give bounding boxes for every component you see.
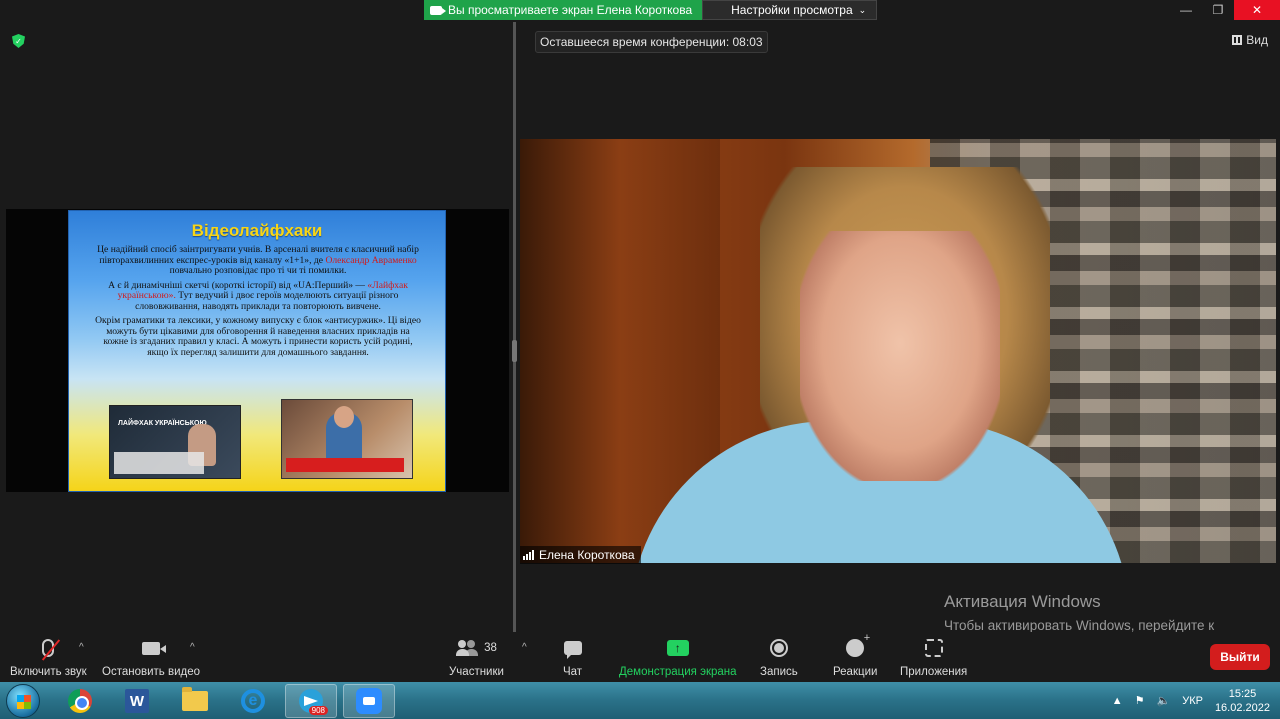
unmute-button[interactable]: Включить звук — [10, 636, 87, 678]
video-thumbnail-avramenko — [281, 399, 413, 479]
participant-name-tag: Елена Короткова — [520, 546, 641, 564]
stop-video-button[interactable]: Остановить видео — [102, 636, 200, 678]
grid-view-icon — [1232, 35, 1243, 45]
audio-options-caret[interactable]: ^ — [79, 642, 84, 653]
apps-label: Приложения — [900, 666, 968, 678]
participants-count: 38 — [484, 642, 497, 654]
folder-icon — [182, 687, 208, 711]
taskbar-internet-explorer[interactable]: e — [227, 684, 279, 718]
slide-body: Це надійний спосіб заінтригувати учнів. … — [93, 244, 423, 362]
participants-options-caret[interactable]: ^ — [522, 642, 527, 653]
chrome-icon — [68, 689, 92, 713]
share-screen-button[interactable]: ↑ Демонстрация экрана — [619, 636, 737, 678]
participant-face — [800, 231, 1000, 481]
chevron-down-icon: ⌄ — [858, 4, 867, 15]
shared-screen: Відеолайфхаки Це надійний спосіб заінтри… — [6, 209, 509, 492]
view-options-button[interactable]: Настройки просмотра ⌄ — [702, 0, 878, 20]
windows-start-icon[interactable] — [6, 684, 40, 718]
chat-bubble-icon — [563, 641, 582, 659]
thumbnail-caption-bar — [114, 452, 204, 474]
leave-meeting-button[interactable]: Выйти — [1210, 644, 1270, 670]
slide-paragraph-2: А є й динамічніші скетчі (короткі історі… — [108, 279, 408, 312]
restore-button[interactable]: ❐ — [1202, 0, 1234, 20]
taskbar-zoom[interactable] — [343, 684, 395, 718]
share-banner: Вы просматриваете экран Елена Короткова … — [424, 0, 878, 20]
thumbnail-caption-bar — [286, 458, 404, 472]
share-screen-icon: ↑ — [666, 640, 689, 656]
volume-icon[interactable]: 🔈 — [1157, 694, 1171, 707]
close-window-button[interactable]: ✕ — [1234, 0, 1280, 20]
window-controls: — ❐ ✕ — [1170, 0, 1280, 20]
chat-button[interactable]: Чат — [563, 636, 582, 678]
participant-video[interactable] — [520, 139, 1276, 563]
video-camera-icon — [430, 5, 446, 15]
video-options-caret[interactable]: ^ — [190, 642, 195, 653]
taskbar-word[interactable]: W — [111, 684, 163, 718]
chat-label: Чат — [563, 666, 583, 678]
video-camera-icon — [142, 641, 166, 655]
share-status-label: Вы просматриваете экран Елена Короткова — [448, 3, 693, 17]
telegram-unread-badge: 908 — [308, 706, 328, 715]
taskbar-chrome[interactable] — [54, 684, 106, 718]
slide-paragraph-3: Окрім граматики та лексики, у кожному ви… — [95, 315, 421, 358]
share-screen-label: Демонстрация экрана — [619, 666, 737, 678]
split-resize-handle[interactable] — [512, 340, 517, 362]
view-button-label: Вид — [1246, 33, 1268, 47]
participants-button[interactable]: 38 Участники — [449, 636, 504, 678]
slide-title: Відеолайфхаки — [191, 221, 323, 240]
system-tray: ▲ ⚑ 🔈 УКР 15:25 16.02.2022 — [1112, 682, 1270, 719]
taskbar-telegram[interactable]: 908 — [285, 684, 337, 718]
view-button[interactable]: Вид — [1232, 33, 1268, 47]
presentation-slide: Відеолайфхаки Це надійний спосіб заінтри… — [68, 210, 446, 492]
participants-label: Участники — [449, 666, 504, 678]
participant-name: Елена Короткова — [539, 548, 635, 562]
clock[interactable]: 15:25 16.02.2022 — [1215, 687, 1270, 715]
view-options-label: Настройки просмотра — [731, 3, 853, 17]
split-divider — [513, 22, 516, 632]
record-icon — [769, 639, 788, 657]
microphone-muted-icon — [42, 639, 55, 657]
reactions-button[interactable]: Реакции — [833, 632, 878, 678]
tray-expand-icon[interactable]: ▲ — [1112, 695, 1123, 707]
taskbar-explorer[interactable] — [169, 684, 221, 718]
meeting-toolbar: Включить звук ^ Остановить видео ^ 38 Уч… — [0, 632, 1280, 682]
internet-explorer-icon: e — [241, 689, 265, 713]
reactions-label: Реакции — [833, 666, 878, 678]
record-button[interactable]: Запись — [760, 636, 798, 678]
clock-date: 16.02.2022 — [1214, 701, 1270, 714]
keyboard-language[interactable]: УКР — [1182, 695, 1203, 707]
signal-strength-icon — [523, 550, 534, 560]
participants-icon — [456, 640, 478, 656]
encryption-shield-icon[interactable]: ✓ — [12, 34, 25, 48]
apps-icon — [924, 639, 943, 657]
share-status: Вы просматриваете экран Елена Короткова — [424, 0, 703, 20]
action-center-flag-icon[interactable]: ⚑ — [1135, 694, 1145, 707]
meeting-timer: Оставшееся время конференции: 08:03 — [535, 31, 768, 53]
stop-video-label: Остановить видео — [102, 666, 200, 678]
unmute-label: Включить звук — [10, 666, 87, 678]
minimize-button[interactable]: — — [1170, 0, 1202, 20]
zoom-icon — [356, 688, 382, 714]
reaction-smiley-icon — [846, 632, 870, 657]
windows-taskbar: W e 908 ▲ ⚑ 🔈 УКР 15:25 16.02.2022 — [0, 682, 1280, 719]
apps-button[interactable]: Приложения — [900, 636, 967, 678]
video-thumbnail-lifehack: ЛАЙФХАК УКРАЇНСЬКОЮ — [109, 405, 241, 479]
record-label: Запись — [760, 666, 798, 678]
activation-title: Активация Windows — [944, 592, 1101, 611]
thumbnail-presenter-head — [334, 406, 354, 428]
word-icon: W — [125, 689, 149, 713]
slide-paragraph-1: Це надійний спосіб заінтригувати учнів. … — [97, 244, 419, 276]
clock-time: 15:25 — [1228, 687, 1257, 700]
